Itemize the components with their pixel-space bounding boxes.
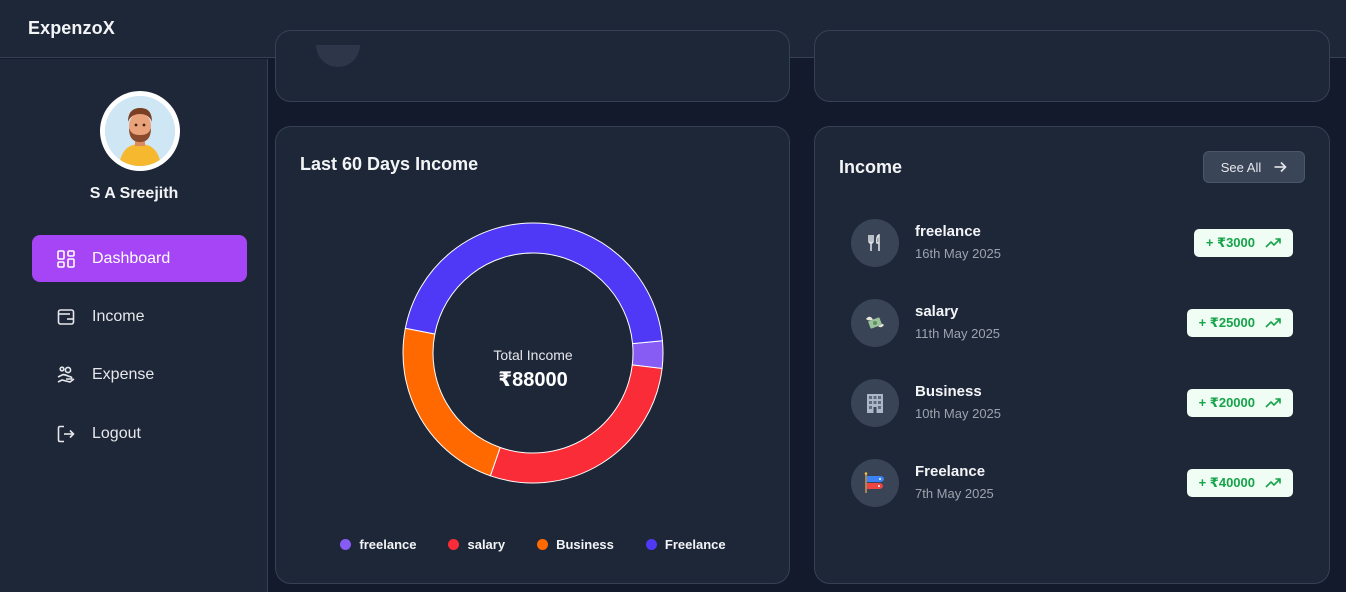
income-date: 11th May 2025 [915, 326, 1001, 341]
legend-item: freelance [340, 537, 416, 552]
legend-item: salary [448, 537, 505, 552]
sidebar: S A Sreejith Dashboard Income Expense Lo… [0, 59, 268, 592]
income-date: 7th May 2025 [915, 486, 994, 501]
chart-title: Last 60 Days Income [300, 154, 479, 174]
user-name: S A Sreejith [89, 185, 179, 202]
arrow-right-icon [1274, 161, 1287, 173]
total-income-label: Total Income [493, 347, 573, 363]
income-name: Business [915, 383, 982, 400]
sidebar-item-label: Expense [92, 365, 155, 383]
legend-item: Freelance [645, 537, 726, 552]
chart-legend: freelance salary Business Freelance [276, 537, 790, 552]
donut-slice-freelance-3[interactable] [404, 222, 663, 345]
income-amount: + ₹3000 [1205, 235, 1255, 250]
income-date: 16th May 2025 [915, 246, 1002, 261]
legend-dot [340, 539, 352, 550]
carp-streamer-icon [851, 459, 899, 507]
previous-card-right [814, 30, 1330, 102]
income-amount-badge: + ₹40000 [1186, 469, 1293, 497]
trending-up-icon [1265, 318, 1281, 328]
money-with-wings-icon [851, 299, 899, 347]
legend-dot [448, 539, 460, 550]
income-name: freelance [915, 223, 981, 240]
legend-dot [645, 539, 657, 550]
avatar-illustration [105, 96, 175, 166]
logout-icon [56, 424, 76, 444]
income-list-item[interactable]: Business 10th May 2025 + ₹20000 [851, 379, 1293, 427]
income-name: Freelance [915, 463, 986, 480]
wallet-icon [56, 307, 76, 327]
see-all-button[interactable]: See All [1203, 151, 1305, 183]
income-amount-badge: + ₹20000 [1186, 389, 1293, 417]
trending-up-icon [1265, 398, 1281, 408]
legend-label: Business [556, 537, 614, 552]
income-chart-card: Last 60 Days Income Total Income ₹88000 … [275, 126, 790, 584]
dashboard-icon [56, 249, 76, 269]
sidebar-item-label: Income [92, 307, 145, 325]
partial-avatar [316, 45, 360, 67]
sidebar-item-label: Logout [92, 424, 141, 442]
income-amount: + ₹20000 [1198, 395, 1255, 410]
income-list-card: Income See All freelance 16th May 2025 +… [814, 126, 1330, 584]
legend-item: Business [537, 537, 614, 552]
trending-up-icon [1265, 478, 1281, 488]
utensils-icon [851, 219, 899, 267]
income-list-item[interactable]: freelance 16th May 2025 + ₹3000 [851, 219, 1293, 267]
income-date: 10th May 2025 [915, 406, 1002, 421]
office-building-icon [851, 379, 899, 427]
legend-label: salary [467, 537, 506, 552]
income-amount-badge: + ₹3000 [1193, 229, 1293, 257]
legend-label: freelance [359, 537, 417, 552]
see-all-label: See All [1220, 159, 1262, 175]
income-amount: + ₹25000 [1198, 315, 1255, 330]
income-list-item[interactable]: Freelance 7th May 2025 + ₹40000 [851, 459, 1293, 507]
sidebar-item-logout[interactable]: Logout [32, 410, 247, 457]
hand-coins-icon [56, 365, 76, 385]
total-income-value: ₹88000 [498, 369, 568, 391]
income-name: salary [915, 303, 959, 320]
avatar [100, 91, 180, 171]
sidebar-item-label: Dashboard [92, 249, 171, 267]
income-list-item[interactable]: salary 11th May 2025 + ₹25000 [851, 299, 1293, 347]
legend-dot [537, 539, 549, 550]
app-title: ExpenzoX [28, 18, 115, 38]
income-list-title: Income [839, 157, 903, 177]
legend-label: Freelance [664, 537, 726, 552]
sidebar-item-dashboard[interactable]: Dashboard [32, 235, 247, 282]
income-amount: + ₹40000 [1198, 475, 1255, 490]
previous-card-left [275, 30, 790, 102]
sidebar-item-expense[interactable]: Expense [32, 351, 247, 398]
trending-up-icon [1265, 238, 1281, 248]
sidebar-item-income[interactable]: Income [32, 293, 247, 340]
income-amount-badge: + ₹25000 [1186, 309, 1293, 337]
